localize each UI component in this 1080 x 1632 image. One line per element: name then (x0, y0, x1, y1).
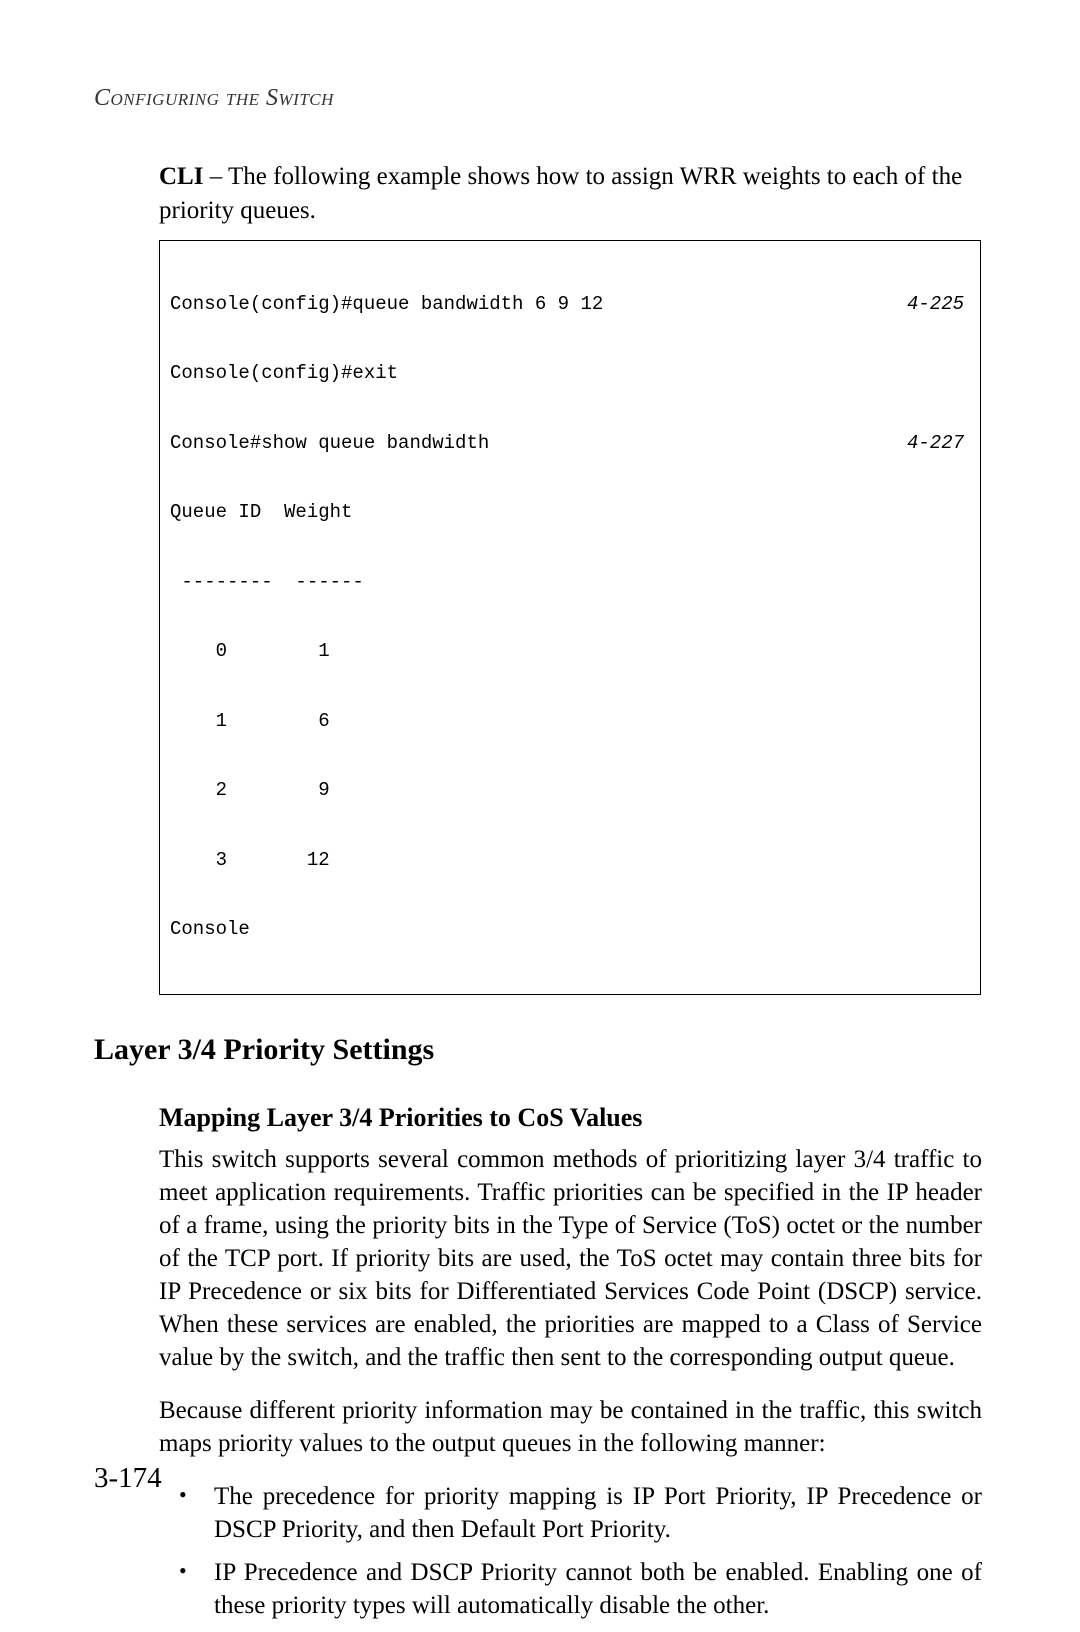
bullet-list: The precedence for priority mapping is I… (159, 1480, 982, 1622)
page-number: 3-174 (94, 1462, 162, 1495)
running-head: Configuring the Switch (94, 85, 334, 112)
intro-lead: CLI (159, 163, 203, 190)
intro-paragraph: CLI – The following example shows how to… (159, 160, 982, 228)
code-line: 1 6 (170, 710, 970, 733)
code-line: 3 12 (170, 849, 970, 872)
code-text: Console(config)#queue bandwidth 6 9 12 (170, 293, 603, 316)
list-item: The precedence for priority mapping is I… (159, 1480, 982, 1546)
code-line: Console(config)#queue bandwidth 6 9 12 4-… (170, 293, 970, 316)
section-heading: Layer 3/4 Priority Settings (94, 1033, 982, 1067)
body-paragraph: Because different priority information m… (159, 1394, 982, 1460)
code-line: Console(config)#exit (170, 362, 970, 385)
subsection-heading: Mapping Layer 3/4 Priorities to CoS Valu… (159, 1103, 982, 1133)
body-paragraph: This switch supports several common meth… (159, 1143, 982, 1374)
intro-text: – The following example shows how to ass… (159, 163, 962, 224)
code-line: Console#show queue bandwidth 4-227 (170, 432, 970, 455)
cli-example-block: Console(config)#queue bandwidth 6 9 12 4-… (159, 240, 981, 996)
code-page-ref: 4-225 (907, 293, 970, 316)
code-line: Queue ID Weight (170, 501, 970, 524)
list-item: IP Precedence and DSCP Priority cannot b… (159, 1556, 982, 1622)
page-content: CLI – The following example shows how to… (94, 160, 982, 1632)
code-line: Console (170, 918, 970, 941)
code-line: -------- ------ (170, 571, 970, 594)
code-line: 0 1 (170, 640, 970, 663)
code-text: Console#show queue bandwidth (170, 432, 489, 455)
code-page-ref: 4-227 (907, 432, 970, 455)
code-line: 2 9 (170, 779, 970, 802)
